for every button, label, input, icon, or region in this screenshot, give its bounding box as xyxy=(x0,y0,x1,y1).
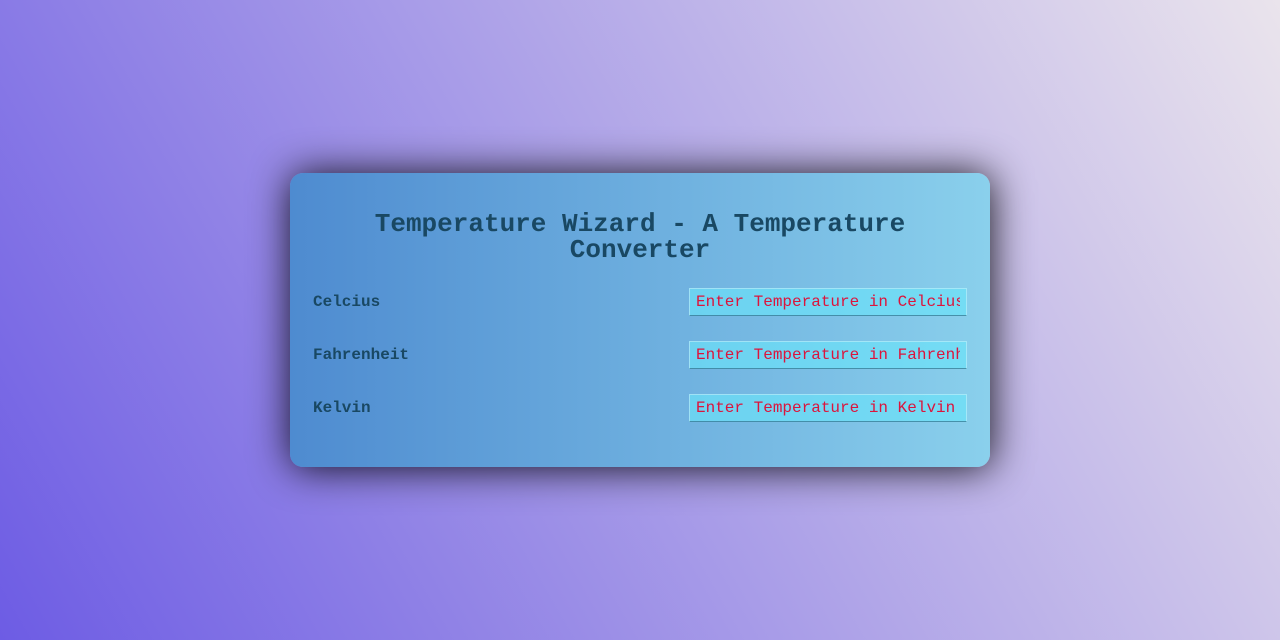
fahrenheit-label: Fahrenheit xyxy=(313,342,409,368)
page-title: Temperature Wizard - A Temperature Conve… xyxy=(310,211,970,264)
celcius-input[interactable] xyxy=(689,288,967,316)
fahrenheit-row: Fahrenheit xyxy=(310,341,970,369)
celcius-label: Celcius xyxy=(313,289,380,315)
kelvin-row: Kelvin xyxy=(310,394,970,422)
kelvin-label: Kelvin xyxy=(313,395,371,421)
celcius-row: Celcius xyxy=(310,288,970,316)
kelvin-input[interactable] xyxy=(689,394,967,422)
fahrenheit-input[interactable] xyxy=(689,341,967,369)
converter-card: Temperature Wizard - A Temperature Conve… xyxy=(290,173,990,468)
